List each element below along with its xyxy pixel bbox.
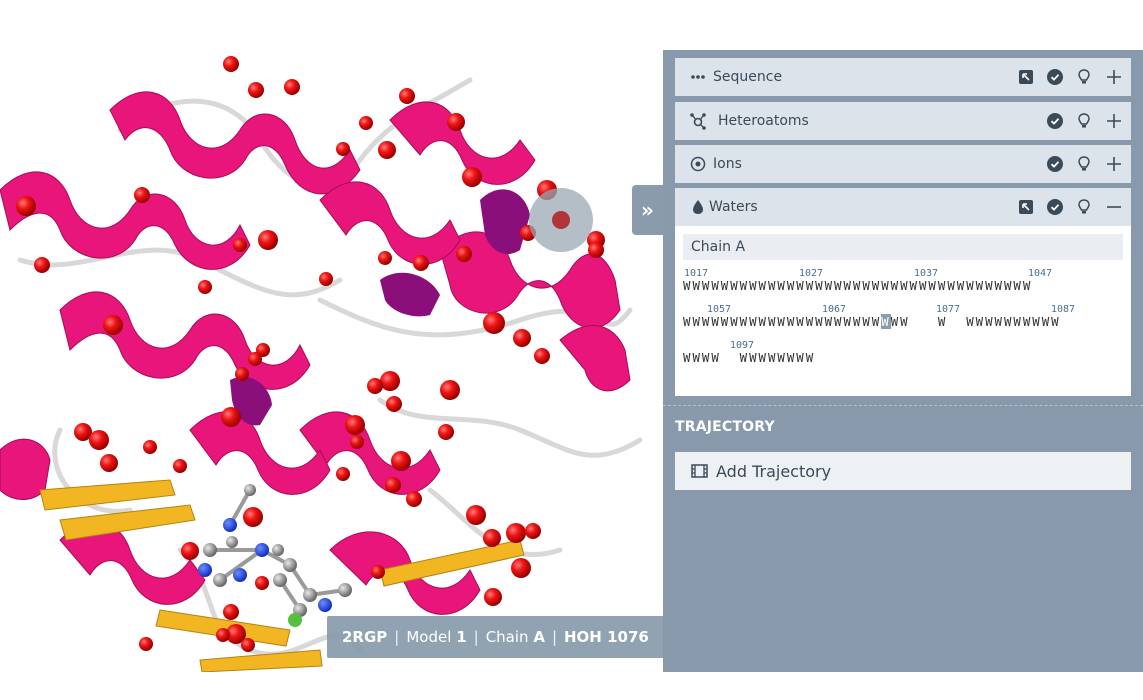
check-circle-icon[interactable]: [1045, 67, 1065, 87]
structure-id: 2RGP: [342, 628, 388, 646]
residue-letters[interactable]: WWWWWWWWWWWWWWWWWWWWWWWWWWWWWWWWWWWWW: [683, 278, 1032, 294]
lightbulb-icon[interactable]: [1074, 154, 1094, 174]
check-circle-icon[interactable]: [1045, 154, 1065, 174]
molecule-icon: [689, 112, 707, 130]
film-icon: [691, 463, 708, 482]
focus-icon[interactable]: [1016, 197, 1036, 217]
residues-before[interactable]: WWWWWWWWWWWWWWWWWWWWW: [683, 314, 881, 329]
selected-water-highlight[interactable]: [529, 188, 593, 252]
add-trajectory-label: Add Trajectory: [716, 461, 832, 481]
bottom-bar: [0, 672, 1143, 700]
lightbulb-icon[interactable]: [1074, 67, 1094, 87]
label-separator: |: [473, 628, 479, 646]
model-number: 1: [456, 628, 467, 646]
residue-letters[interactable]: WWWW WWWWWWWW: [683, 350, 815, 366]
residue-letters[interactable]: WWWWWWWWWWWWWWWWWWWWWWWW W WWWWWWWWWW: [683, 314, 1061, 330]
waters-sequence-panel: Chain A 1017 1027 1037 1047 WWWWWWWWWWWW…: [675, 226, 1131, 396]
sequence-row: 1057 1067 1077 1087 WWWWWWWWWWWWWWWWWWWW…: [683, 304, 1127, 332]
label-separator: |: [551, 628, 557, 646]
chain-label: Chain A: [683, 234, 1123, 260]
check-circle-icon[interactable]: [1045, 197, 1065, 217]
residue-id: HOH 1076: [564, 628, 649, 646]
droplet-icon: [689, 198, 707, 216]
top-bar: [0, 0, 1143, 50]
target-icon: [689, 155, 707, 173]
label-separator: |: [394, 628, 400, 646]
lightbulb-icon[interactable]: [1074, 197, 1094, 217]
section-divider: [663, 405, 1143, 406]
check-circle-icon[interactable]: [1045, 111, 1065, 131]
add-trajectory-button[interactable]: Add Trajectory: [675, 452, 1131, 490]
sidebar-panel: Sequence Heteroatoms Ions Waters Chain A…: [663, 50, 1143, 672]
residues-after[interactable]: WW W WWWWWWWWWW: [891, 314, 1061, 329]
plus-icon[interactable]: [1104, 111, 1124, 131]
dots-icon: [689, 68, 707, 86]
waters-section[interactable]: Waters: [675, 188, 1131, 226]
protein-render[interactable]: [0, 50, 663, 672]
ions-section[interactable]: Ions: [675, 145, 1131, 183]
hover-info-label: 2RGP | Model 1 | Chain A | HOH 1076: [327, 616, 663, 658]
plus-icon[interactable]: [1104, 67, 1124, 87]
selected-residue[interactable]: W: [881, 314, 891, 329]
chain-id: A: [533, 628, 545, 646]
section-title: Heteroatoms: [718, 113, 809, 129]
focus-icon[interactable]: [1016, 67, 1036, 87]
plus-icon[interactable]: [1104, 154, 1124, 174]
ligand-ball-stick[interactable]: [198, 484, 352, 627]
trajectory-heading: TRAJECTORY: [675, 419, 775, 435]
double-chevron-right-icon: »: [641, 198, 654, 222]
heteroatoms-section[interactable]: Heteroatoms: [675, 102, 1131, 140]
lightbulb-icon[interactable]: [1074, 111, 1094, 131]
molecule-viewport[interactable]: 2RGP | Model 1 | Chain A | HOH 1076: [0, 50, 663, 672]
section-title: Sequence: [713, 69, 783, 85]
sequence-section[interactable]: Sequence: [675, 58, 1131, 96]
minus-icon[interactable]: [1104, 197, 1124, 217]
chain-prefix: Chain: [485, 628, 529, 646]
model-prefix: Model: [406, 628, 452, 646]
section-title: Waters: [709, 199, 758, 215]
sequence-row: 1097 WWWW WWWWWWWW: [683, 340, 1127, 368]
coil-loops: [17, 77, 643, 657]
section-title: Ions: [713, 156, 742, 172]
sequence-row: 1017 1027 1037 1047 WWWWWWWWWWWWWWWWWWWW…: [683, 268, 1127, 296]
collapse-panel-button[interactable]: »: [632, 185, 663, 235]
